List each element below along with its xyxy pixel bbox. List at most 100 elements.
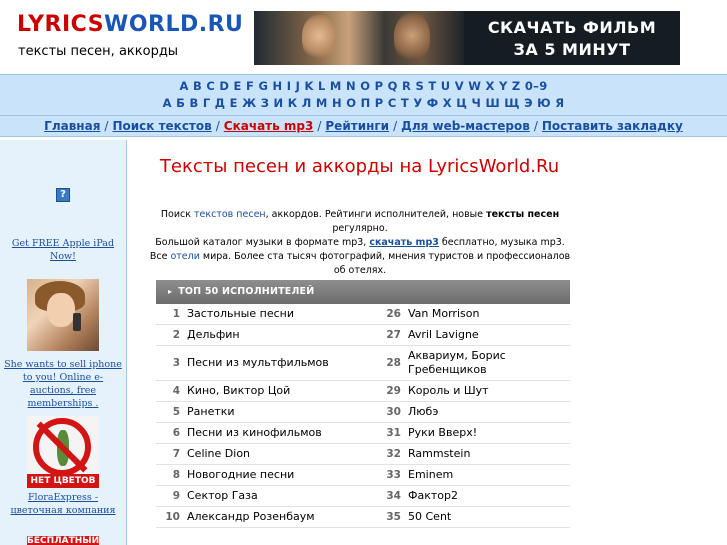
artist-entry[interactable]: 6 Песни из кинофильмов [156, 423, 363, 443]
arrow-right-icon: ▸ [168, 287, 173, 296]
main-navigation: Главная / Поиск текстов / Скачать mp3/Рейтин… [0, 115, 727, 137]
ad-ipad-link[interactable]: Get FREE Apple iPad Now! [4, 237, 122, 263]
intro-text: Поиск текстов песен, аккордов. Рейтинги … [149, 209, 571, 276]
artist-name-link[interactable]: Александр Розенбаум [180, 510, 315, 524]
link-lyrics[interactable]: текстов песен [194, 209, 266, 220]
table-row: 4 Кино, Виктор Цой 29 Король и Шут [156, 381, 570, 402]
nav-download-mp3[interactable]: Скачать mp3 [224, 119, 314, 133]
artist-name-link[interactable]: Van Morrison [401, 307, 479, 321]
artist-name-link[interactable]: Ранетки [180, 405, 235, 419]
rank-number: 31 [386, 427, 401, 439]
nav-webmasters[interactable]: Для web-мастеров [401, 119, 530, 133]
artist-entry[interactable]: 9 Сектор Газа [156, 486, 363, 506]
rank-number: 1 [172, 308, 180, 320]
nav-bookmark[interactable]: Поставить закладку [542, 119, 683, 133]
artist-entry[interactable]: 10 Александр Розенбаум [156, 507, 363, 527]
top50-heading: ▸ ТОП 50 ИСПОЛНИТЕЛЕЙ [156, 280, 570, 304]
rank-number: 2 [172, 329, 180, 341]
rank-number: 26 [386, 308, 401, 320]
artist-entry[interactable]: 3 Песни из мультфильмов [156, 346, 363, 380]
artist-entry[interactable]: 31 Руки Вверх! [363, 423, 570, 443]
left-sidebar: ? Get FREE Apple iPad Now! She wants to … [0, 140, 127, 545]
table-row: 7 Celine Dion 32 Rammstein [156, 444, 570, 465]
rank-number: 27 [386, 329, 401, 341]
rank-number: 6 [172, 427, 180, 439]
table-row: 5 Ранетки 30 Любэ [156, 402, 570, 423]
rank-number: 9 [172, 490, 180, 502]
nav-search-lyrics[interactable]: Поиск текстов [112, 119, 211, 133]
rank-number: 35 [386, 511, 401, 523]
rank-number: 5 [172, 406, 180, 418]
artist-name-link[interactable]: Песни из мультфильмов [180, 356, 329, 370]
artist-entry[interactable]: 8 Новогодние песни [156, 465, 363, 485]
artist-entry[interactable]: 2 Дельфин [156, 325, 363, 345]
artist-entry[interactable]: 1 Застольные песни [156, 304, 363, 324]
ad-girl-phone-image[interactable] [27, 279, 99, 351]
help-icon[interactable]: ? [56, 188, 70, 202]
ad-floraexpress-link[interactable]: FloraExpress - цветочная компания [4, 491, 122, 517]
no-flowers-label: НЕТ ЦВЕТОВ [27, 474, 99, 488]
latin-alphabet-links[interactable]: A B C D E F G H I J K L M N O P Q R S T … [0, 78, 727, 95]
artist-name-link[interactable]: Аквариум, Борис Гребенщиков [401, 349, 570, 377]
header-banner-ad[interactable]: СКАЧАТЬ ФИЛЬМ ЗА 5 МИНУТ [254, 11, 680, 65]
banner-photo [254, 11, 464, 65]
artist-name-link[interactable]: Застольные песни [180, 307, 294, 321]
nav-ratings[interactable]: Рейтинги [325, 119, 389, 133]
artist-entry[interactable]: 7 Celine Dion [156, 444, 363, 464]
artist-name-link[interactable]: Avril Lavigne [401, 328, 479, 342]
ad-no-flowers-image[interactable]: НЕТ ЦВЕТОВ [27, 416, 99, 488]
artist-name-link[interactable]: Rammstein [401, 447, 470, 461]
artist-entry[interactable]: 35 50 Cent [363, 507, 570, 527]
rank-number: 10 [165, 511, 180, 523]
artist-name-link[interactable]: Celine Dion [180, 447, 250, 461]
artist-name-link[interactable]: Король и Шут [401, 384, 489, 398]
ad-auction-link[interactable]: She wants to sell iphone to you! Online … [4, 358, 122, 410]
artist-entry[interactable]: 27 Avril Lavigne [363, 325, 570, 345]
artist-entry[interactable]: 30 Любэ [363, 402, 570, 422]
nav-home[interactable]: Главная [44, 119, 100, 133]
ad-free-image[interactable]: БЕСПЛАТНЫЙ [27, 536, 99, 545]
rank-number: 29 [386, 385, 401, 397]
rank-number: 33 [386, 469, 401, 481]
artist-entry[interactable]: 29 Король и Шут [363, 381, 570, 401]
artist-name-link[interactable]: Новогодние песни [180, 468, 294, 482]
artist-name-link[interactable]: Руки Вверх! [401, 426, 477, 440]
table-row: 10 Александр Розенбаум 35 50 Cent [156, 507, 570, 528]
artist-name-link[interactable]: 50 Cent [401, 510, 451, 524]
site-header: LYRICSWORLD.RU тексты песен, аккорды СКА… [0, 0, 727, 72]
table-row: 2 Дельфин 27 Avril Lavigne [156, 325, 570, 346]
site-logo[interactable]: LYRICSWORLD.RU [17, 12, 243, 37]
top50-artists-table: ▸ ТОП 50 ИСПОЛНИТЕЛЕЙ 1 Застольные песни 26… [156, 280, 570, 528]
artist-name-link[interactable]: Дельфин [180, 328, 240, 342]
artist-entry[interactable]: 26 Van Morrison [363, 304, 570, 324]
rank-number: 30 [386, 406, 401, 418]
rank-number: 34 [386, 490, 401, 502]
artist-name-link[interactable]: Кино, Виктор Цой [180, 384, 290, 398]
main-content: Тексты песен и аккорды на LyricsWorld.Ru… [128, 140, 727, 545]
link-hotels[interactable]: отели [170, 251, 199, 262]
table-row: 1 Застольные песни 26 Van Morrison [156, 304, 570, 325]
artist-entry[interactable]: 5 Ранетки [156, 402, 363, 422]
rank-number: 28 [386, 357, 401, 369]
artist-entry[interactable]: 34 Фактор2 [363, 486, 570, 506]
banner-text: СКАЧАТЬ ФИЛЬМ ЗА 5 МИНУТ [487, 18, 657, 59]
rank-number: 8 [172, 469, 180, 481]
artist-entry[interactable]: 28 Аквариум, Борис Гребенщиков [363, 346, 570, 380]
artist-entry[interactable]: 32 Rammstein [363, 444, 570, 464]
site-tagline: тексты песен, аккорды [18, 44, 179, 59]
logo-part-lyrics: LYRICS [17, 12, 105, 37]
artist-name-link[interactable]: Любэ [401, 405, 438, 419]
table-row: 8 Новогодние песни 33 Eminem [156, 465, 570, 486]
alphabet-index: A B C D E F G H I J K L M N O P Q R S T … [0, 74, 727, 115]
artist-entry[interactable]: 33 Eminem [363, 465, 570, 485]
link-download-mp3[interactable]: скачать mp3 [369, 237, 439, 248]
logo-part-world: WORLD.RU [104, 12, 244, 37]
artist-name-link[interactable]: Песни из кинофильмов [180, 426, 322, 440]
artist-name-link[interactable]: Сектор Газа [180, 489, 258, 503]
table-row: 6 Песни из кинофильмов 31 Руки Вверх! [156, 423, 570, 444]
artist-name-link[interactable]: Eminem [401, 468, 453, 482]
artist-name-link[interactable]: Фактор2 [401, 489, 458, 503]
cyrillic-alphabet-links[interactable]: А Б В Г Д Е Ж З И К Л М Н О П Р С Т У Ф … [0, 95, 727, 112]
page-title: Тексты песен и аккорды на LyricsWorld.Ru [159, 156, 560, 177]
artist-entry[interactable]: 4 Кино, Виктор Цой [156, 381, 363, 401]
